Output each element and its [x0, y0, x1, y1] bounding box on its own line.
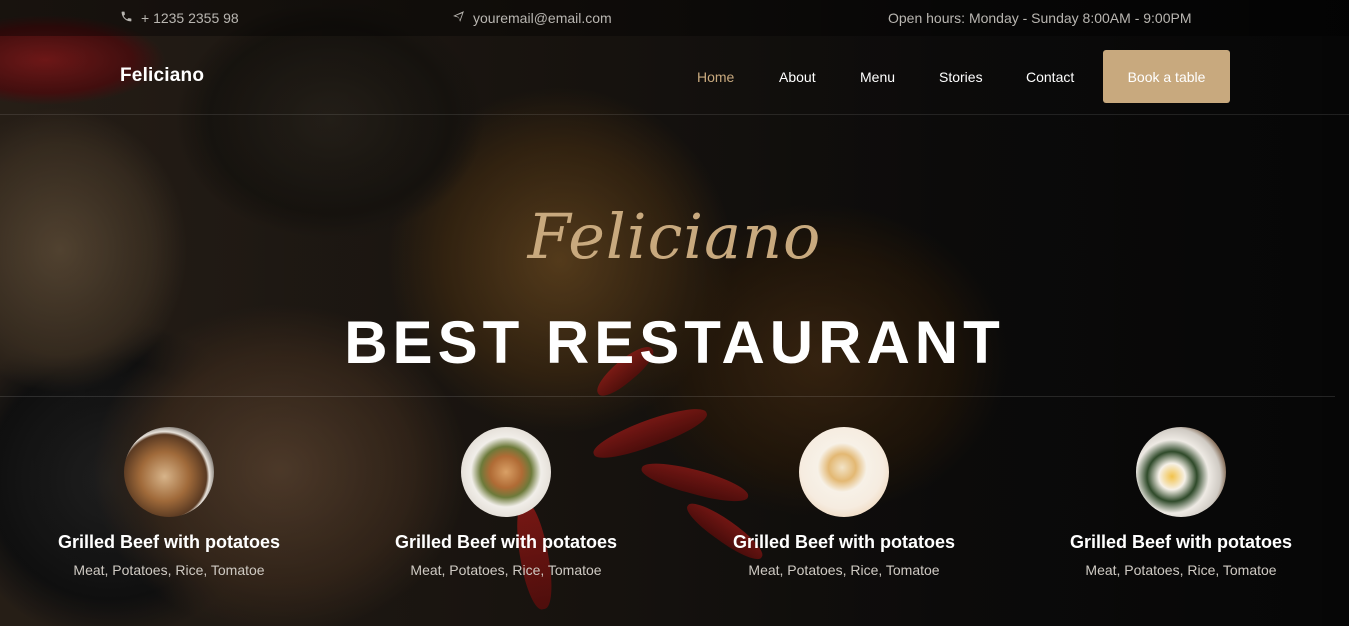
nav-menu[interactable]: Menu — [860, 69, 895, 85]
nav-home[interactable]: Home — [697, 69, 734, 85]
dish-photo — [124, 427, 214, 517]
phone-number: + 1235 2355 98 — [141, 10, 239, 26]
hero-title: BEST RESTAURANT — [344, 309, 1005, 376]
paper-plane-icon — [452, 10, 465, 26]
phone-info: + 1235 2355 98 — [120, 10, 239, 26]
dish-name: Grilled Beef with potatoes — [394, 532, 618, 552]
dish-name: Grilled Beef with potatoes — [57, 532, 281, 552]
brand-logo[interactable]: Feliciano — [120, 65, 204, 87]
dish-photo — [461, 427, 551, 517]
dish-name: Grilled Beef with potatoes — [732, 532, 956, 552]
opening-hours: Open hours: Monday - Sunday 8:00AM - 9:0… — [888, 10, 1192, 26]
divider — [0, 396, 1335, 397]
dish-description: Meat, Potatoes, Rice, Tomatoe — [73, 562, 265, 578]
main-navbar: Feliciano Home About Menu Stories Contac… — [0, 36, 1349, 115]
dish-card[interactable]: Grilled Beef with potatoes Meat, Potatoe… — [34, 427, 304, 578]
dish-photo — [1136, 427, 1226, 517]
opening-hours-text: Open hours: Monday - Sunday 8:00AM - 9:0… — [888, 10, 1192, 26]
dish-card[interactable]: Grilled Beef with potatoes Meat, Potatoe… — [371, 427, 641, 578]
phone-icon — [120, 10, 133, 26]
email-address[interactable]: youremail@email.com — [473, 10, 612, 26]
dish-description: Meat, Potatoes, Rice, Tomatoe — [748, 562, 940, 578]
book-a-table-button[interactable]: Book a table — [1103, 50, 1230, 103]
top-info-bar: + 1235 2355 98 youremail@email.com Open … — [0, 0, 1349, 36]
dish-card[interactable]: Grilled Beef with potatoes Meat, Potatoe… — [709, 427, 979, 578]
dish-description: Meat, Potatoes, Rice, Tomatoe — [410, 562, 602, 578]
nav-contact[interactable]: Contact — [1026, 69, 1074, 85]
dish-card[interactable]: Grilled Beef with potatoes Meat, Potatoe… — [1046, 427, 1316, 578]
nav-about[interactable]: About — [779, 69, 816, 85]
hero-script-title: Feliciano — [527, 200, 822, 273]
email-info: youremail@email.com — [452, 10, 612, 26]
dish-photo — [799, 427, 889, 517]
dish-name: Grilled Beef with potatoes — [1069, 532, 1293, 552]
dish-description: Meat, Potatoes, Rice, Tomatoe — [1085, 562, 1277, 578]
nav-stories[interactable]: Stories — [939, 69, 983, 85]
